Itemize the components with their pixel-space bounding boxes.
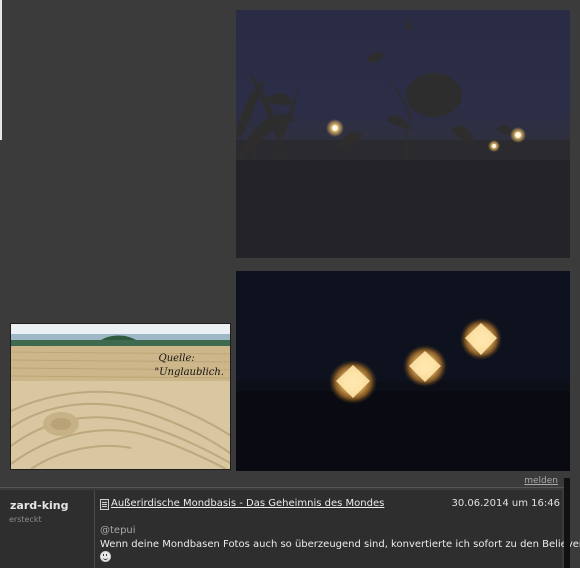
glowing-orbs-photo	[236, 271, 570, 471]
topic-row: Außerirdische Mondbasis - Das Geheimnis …	[100, 498, 562, 512]
author-username[interactable]: zard-king	[10, 499, 68, 512]
field-image-caption: Quelle: "Unglaublich.	[155, 352, 225, 380]
post-date: 30.06.2014 um 16:46	[451, 498, 560, 509]
scrollbar[interactable]	[564, 478, 570, 568]
caption-source: Quelle:	[158, 353, 195, 364]
topic-title-link[interactable]: Außerirdische Mondbasis - Das Geheimnis …	[111, 498, 384, 509]
document-icon	[100, 499, 109, 510]
night-plants-photo	[236, 10, 570, 258]
forum-post: zard-king ersteckt Außerirdische Mondbas…	[0, 490, 580, 568]
author-status: ersteckt	[9, 515, 42, 524]
column-separator	[94, 490, 95, 568]
smiley-icon	[100, 551, 111, 562]
author-column: zard-king ersteckt	[0, 490, 94, 568]
caption-title: "Unglaublich.	[154, 367, 225, 378]
post-content: Außerirdische Mondbasis - Das Geheimnis …	[100, 490, 580, 568]
report-link[interactable]: melden	[524, 476, 558, 486]
crop-circle-photo: Quelle: "Unglaublich.	[10, 323, 231, 470]
post-divider	[0, 487, 565, 488]
left-edge-strip	[0, 0, 2, 140]
post-message: Wenn deine Mondbasen Fotos auch so überz…	[100, 539, 580, 550]
mention-text[interactable]: @tepui	[100, 525, 136, 536]
